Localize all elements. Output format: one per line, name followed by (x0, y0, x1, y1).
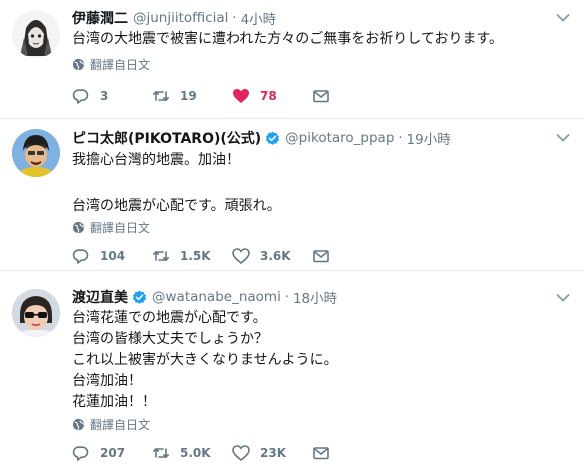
reply-count: 3 (100, 89, 109, 103)
display-name[interactable]: 伊藤潤二 (72, 8, 128, 28)
tweet-line: これ以上被害が大きくなりませんように。 (72, 352, 338, 368)
dm-button[interactable] (312, 247, 392, 265)
retweet-count: 1.5K (180, 249, 211, 263)
retweet-button[interactable]: 19 (152, 87, 232, 105)
tweet-line: 台湾の地震が心配です。頑張れ。 (72, 198, 281, 214)
tweet-line: 我擔心台灣的地震。加油！ (72, 152, 240, 168)
translate-label[interactable]: 翻譯自日文 (90, 416, 150, 433)
like-button[interactable]: 78 (232, 87, 312, 105)
tweet-line: 台湾の大地震で被害に遭われた方々のご無事をお祈りしております。 (72, 31, 504, 47)
verified-badge-icon (132, 290, 147, 304)
chevron-down-icon[interactable] (556, 293, 570, 303)
dm-button[interactable] (312, 87, 392, 105)
translate-link[interactable]: 翻譯自日文 (72, 219, 150, 236)
display-name[interactable]: ピコ太郎(PIKOTARO)(公式) (72, 128, 261, 148)
like-button[interactable]: 3.6K (232, 247, 312, 265)
mail-icon (313, 447, 329, 460)
tweet-line: 台湾加油！ (72, 373, 142, 389)
translate-label[interactable]: 翻譯自日文 (90, 56, 150, 73)
retweet-icon (153, 251, 169, 261)
globe-icon (72, 58, 85, 71)
reply-icon (72, 446, 89, 461)
user-handle[interactable]: @pikotaro_ppap (285, 130, 394, 146)
retweet-button[interactable]: 5.0K (152, 444, 232, 462)
display-name[interactable]: 渡辺直美 (72, 287, 128, 307)
like-count: 23K (260, 446, 286, 460)
tweet-2[interactable]: ピコ太郎(PIKOTARO)(公式) @pikotaro_ppap · 19小時… (0, 119, 584, 270)
translate-label[interactable]: 翻譯自日文 (90, 219, 150, 236)
timestamp[interactable]: 18小時 (293, 287, 337, 307)
translate-link[interactable]: 翻譯自日文 (72, 56, 150, 73)
verified-badge-icon (266, 131, 280, 145)
user-handle[interactable]: @watanabe_naomi (152, 289, 281, 305)
reply-button[interactable]: 207 (72, 444, 152, 462)
reply-button[interactable]: 104 (72, 247, 152, 265)
tweet-line: 台湾花蓮での地震が心配です。 (72, 310, 267, 326)
mail-icon (313, 250, 329, 263)
separator-dot: · (398, 130, 403, 146)
retweet-button[interactable]: 1.5K (152, 247, 232, 265)
reply-button[interactable]: 3 (72, 87, 152, 105)
retweet-icon (153, 448, 169, 458)
chevron-down-icon[interactable] (556, 13, 570, 23)
heart-icon (232, 248, 250, 265)
avatar[interactable] (12, 129, 60, 177)
heart-icon (233, 89, 249, 103)
translate-link[interactable]: 翻譯自日文 (72, 416, 150, 433)
avatar[interactable] (12, 289, 60, 337)
chevron-down-icon[interactable] (556, 133, 570, 143)
retweet-count: 19 (180, 89, 197, 103)
user-handle[interactable]: @junjiitofficial (133, 10, 228, 26)
reply-count: 104 (100, 249, 126, 263)
tweet-text: 台湾の大地震で被害に遭われた方々のご無事をお祈りしております。 (72, 29, 503, 49)
retweet-count: 5.0K (180, 446, 211, 460)
tweet-3[interactable]: 渡辺直美 @watanabe_naomi · 18小時 台湾花蓮での地震が心配で… (0, 271, 584, 470)
tweet-1[interactable]: 伊藤潤二 @junjiitofficial · 4小時 台湾の大地震で被害に遭わ… (0, 0, 584, 118)
tweet-line: 花蓮加油！！ (72, 394, 156, 410)
reply-icon (72, 249, 89, 264)
retweet-icon (153, 91, 169, 101)
mail-icon (313, 90, 329, 103)
avatar[interactable] (12, 10, 60, 58)
globe-icon (72, 418, 85, 431)
separator-dot: · (232, 10, 237, 26)
dm-button[interactable] (312, 444, 392, 462)
reply-count: 207 (100, 446, 126, 460)
heart-icon (232, 445, 250, 462)
tweet-actions: 3 19 78 (72, 85, 392, 107)
tweet-line: 台湾の皆様大丈夫でしょうか？ (72, 331, 268, 347)
separator-dot: · (284, 289, 289, 305)
like-count: 3.6K (260, 249, 291, 263)
globe-icon (72, 221, 85, 234)
tweet-actions: 207 5.0K 23K (72, 442, 392, 464)
like-button[interactable]: 23K (232, 444, 312, 462)
like-count: 78 (260, 89, 277, 103)
tweet-text: 我擔心台灣的地震。加油！ 台湾の地震が心配です。頑張れ。 (72, 150, 281, 216)
tweet-text: 台湾花蓮での地震が心配です。 台湾の皆様大丈夫でしょうか？ これ以上被害が大きく… (72, 308, 338, 413)
tweet-actions: 104 1.5K 3.6K (72, 245, 392, 267)
reply-icon (72, 89, 89, 104)
timestamp[interactable]: 4小時 (241, 8, 277, 28)
timestamp[interactable]: 19小時 (407, 128, 451, 148)
